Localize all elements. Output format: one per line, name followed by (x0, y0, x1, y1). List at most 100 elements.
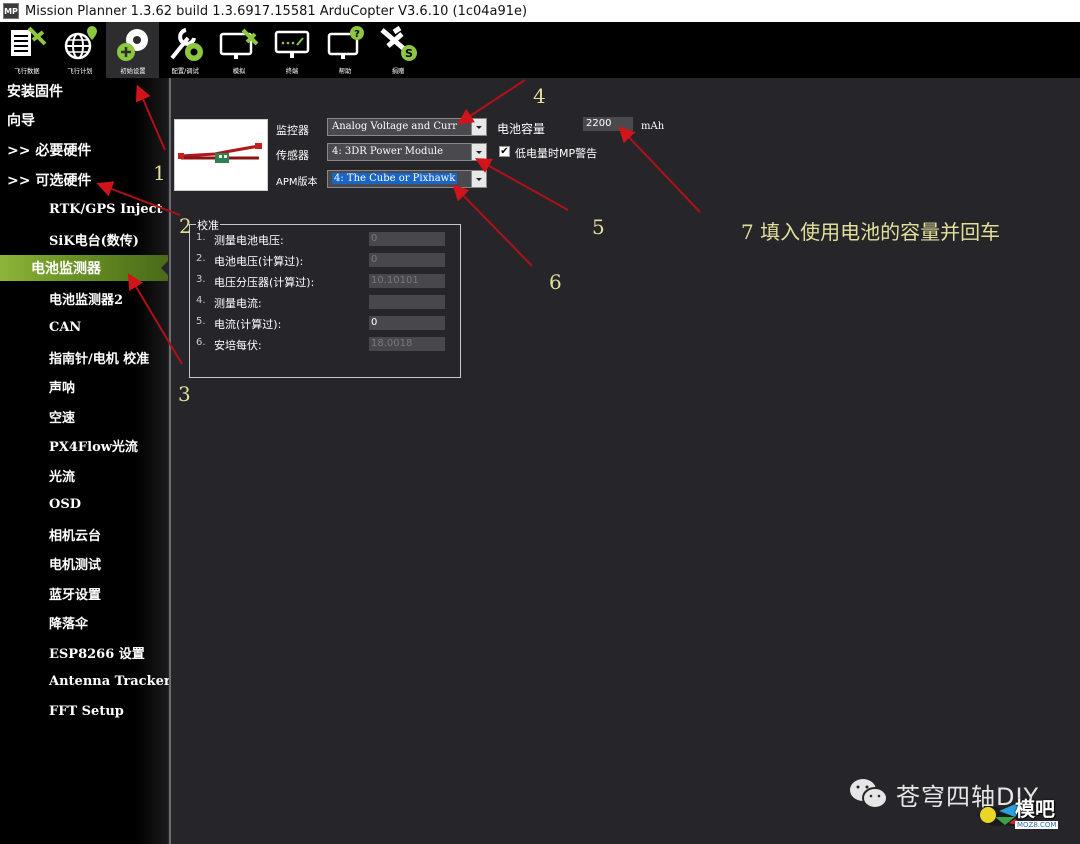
chevron-down-icon[interactable] (471, 119, 486, 135)
toolbar-label: 模拟 (232, 67, 245, 75)
row-number: 4. (196, 295, 206, 306)
row-number: 5. (196, 316, 206, 327)
moz8-logo: 模吧 MOZ8.COM (975, 795, 1059, 839)
calibration-group: 校准 1. 测量电池电压: 0 2. 电池电压(计算过): 0 3. 电压分压器… (189, 217, 461, 378)
sidebar-item-optional-hardware[interactable]: >> 可选硬件 (0, 167, 168, 193)
sidebar-item-osd[interactable]: OSD (0, 491, 168, 517)
help-icon: ? (327, 26, 364, 59)
toolbar-flight-plan-button[interactable]: 飞行计划 (53, 22, 106, 78)
mp-alert-label: 低电量时MP警告 (515, 147, 598, 160)
sidebar-item-sik-radio[interactable]: SiK电台(数传) (0, 226, 168, 252)
measured-battery-voltage-input[interactable]: 0 (369, 232, 445, 246)
sidebar-item-battery-monitor[interactable]: 电池监测器 (0, 255, 168, 281)
monitor-select[interactable]: Analog Voltage and Curr (327, 118, 487, 136)
sensor-label: 传感器 (276, 149, 309, 162)
flight-plan-icon (64, 26, 97, 60)
sidebar-item-motor-test[interactable]: 电机测试 (0, 550, 168, 576)
sidebar-item-esp8266-setup[interactable]: ESP8266 设置 (0, 639, 168, 665)
annotation-1: 1 (153, 161, 166, 185)
annotation-3: 3 (178, 382, 191, 406)
logo-url: MOZ8.COM (1015, 821, 1059, 829)
main-toolbar: 飞行数据 飞行计划 初始设置 配置/调试 模拟 终端 ? 帮助 S 捐赠 (0, 22, 1080, 78)
toolbar-terminal-button[interactable]: 终端 (265, 22, 318, 78)
sidebar-item-optical-flow[interactable]: 光流 (0, 462, 168, 488)
calibration-row: 4. 测量电流: (196, 295, 456, 310)
toolbar-initial-setup-button[interactable]: 初始设置 (106, 22, 159, 78)
toolbar-help-button[interactable]: ? 帮助 (318, 22, 371, 78)
battery-capacity-label: 电池容量 (497, 122, 546, 136)
sidebar-item-mandatory-hardware[interactable]: >> 必要硬件 (0, 137, 168, 163)
toolbar-config-tuning-button[interactable]: 配置/调试 (159, 22, 212, 78)
toolbar-donate-button[interactable]: S 捐赠 (371, 22, 424, 78)
sidebar-item-px4flow[interactable]: PX4Flow光流 (0, 432, 168, 458)
setup-sidebar: 安装固件 向导 >> 必要硬件 >> 可选硬件 RTK/GPS Inject S… (0, 78, 171, 844)
monitor-select-value: Analog Voltage and Curr (332, 121, 458, 132)
calibration-row: 1. 测量电池电压: 0 (196, 232, 456, 247)
monitor-label: 监控器 (276, 124, 309, 137)
toolbar-simulation-button[interactable]: 模拟 (212, 22, 265, 78)
apm-version-select-value: 4: The Cube or Pixhawk (332, 173, 458, 184)
row-label: 电池电压(计算过): (214, 255, 304, 268)
capacity-unit: mAh (641, 121, 665, 132)
row-number: 2. (196, 253, 206, 264)
sidebar-item-camera-gimbal[interactable]: 相机云台 (0, 521, 168, 547)
apm-version-label: APM版本 (276, 177, 318, 188)
toolbar-label: 捐赠 (391, 67, 404, 75)
sidebar-item-bluetooth-setup[interactable]: 蓝牙设置 (0, 580, 168, 606)
current-calc-field[interactable]: 0 (369, 316, 445, 330)
initial-setup-icon (116, 29, 148, 61)
toolbar-flight-data-button[interactable]: 飞行数据 (0, 22, 53, 78)
power-module-image (174, 119, 268, 191)
row-label: 电压分压器(计算过): (214, 276, 315, 289)
row-number: 3. (196, 274, 206, 285)
row-number: 6. (196, 337, 206, 348)
annotation-2: 2 (179, 214, 192, 238)
sidebar-item-compass-motor-calib[interactable]: 指南针/电机 校准 (0, 344, 168, 370)
sidebar-item-battery-monitor-2[interactable]: 电池监测器2 (0, 285, 168, 311)
toolbar-label: 飞行计划 (66, 67, 93, 75)
battery-capacity-input[interactable]: 2200 (583, 117, 633, 131)
sidebar-item-airspeed[interactable]: 空速 (0, 403, 168, 429)
config-tuning-icon (169, 28, 203, 61)
sidebar-item-rtk-gps-inject[interactable]: RTK/GPS Inject (0, 196, 168, 222)
row-label: 测量电流: (214, 297, 262, 310)
sidebar-item-parachute[interactable]: 降落伞 (0, 609, 168, 635)
annotation-5: 5 (592, 215, 605, 239)
row-label: 安培每伏: (214, 339, 262, 352)
amps-per-volt-field: 18.0018 (369, 337, 445, 351)
sidebar-item-sonar[interactable]: 声呐 (0, 373, 168, 399)
sidebar-item-install-firmware[interactable]: 安装固件 (0, 78, 168, 104)
window-title: Mission Planner 1.3.62 build 1.3.6917.15… (25, 3, 528, 19)
toolbar-label: 飞行数据 (13, 67, 40, 75)
annotation-4: 4 (533, 84, 546, 108)
chevron-down-icon[interactable] (471, 144, 486, 160)
row-label: 电流(计算过): (214, 318, 282, 331)
mp-alert-checkbox[interactable]: ✔ (499, 146, 510, 157)
logo-text: 模吧 (1015, 797, 1055, 821)
apm-version-select[interactable]: 4: The Cube or Pixhawk (327, 170, 487, 188)
sidebar-item-antenna-tracker[interactable]: Antenna Tracker (0, 668, 171, 694)
svg-text:S: S (405, 47, 413, 60)
measured-current-input[interactable] (369, 295, 445, 309)
check-icon: ✔ (500, 145, 509, 157)
sensor-select[interactable]: 4: 3DR Power Module (327, 143, 487, 161)
voltage-divider-field: 10.10101 (369, 274, 445, 288)
row-number: 1. (196, 232, 206, 243)
sidebar-item-wizard[interactable]: 向导 (0, 107, 168, 133)
sidebar-item-fft-setup[interactable]: FFT Setup (0, 698, 168, 724)
toolbar-label: 终端 (285, 67, 298, 75)
donate-icon: S (379, 25, 417, 61)
simulation-icon (219, 28, 258, 59)
app-logo-icon: MP (3, 3, 19, 19)
chevron-down-icon[interactable] (471, 171, 486, 187)
battery-monitor-panel: 监控器 Analog Voltage and Curr 传感器 4: 3DR P… (171, 78, 1080, 844)
sidebar-item-can[interactable]: CAN (0, 314, 168, 340)
wechat-icon (850, 779, 888, 809)
sensor-select-value: 4: 3DR Power Module (332, 146, 443, 157)
calibration-row: 3. 电压分压器(计算过): 10.10101 (196, 274, 456, 289)
terminal-icon (274, 30, 309, 58)
svg-text:?: ? (354, 29, 360, 40)
flight-data-icon (10, 26, 46, 56)
title-bar: MP Mission Planner 1.3.62 build 1.3.6917… (0, 0, 1080, 22)
row-label: 测量电池电压: (214, 234, 284, 247)
